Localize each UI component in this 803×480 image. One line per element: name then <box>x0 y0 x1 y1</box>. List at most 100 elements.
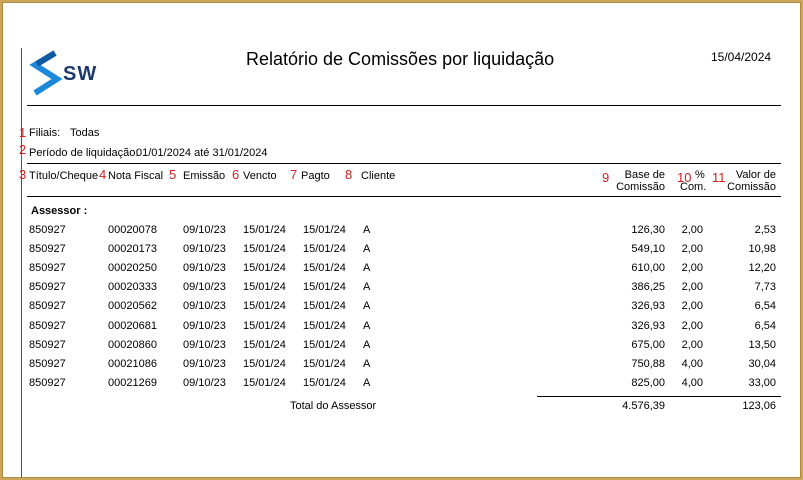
cell-vencto: 15/01/24 <box>243 377 286 389</box>
cell-valor: 2,53 <box>754 224 776 236</box>
cell-pagto: 15/01/24 <box>303 377 346 389</box>
cell-valor: 7,73 <box>754 281 776 293</box>
header-separator <box>27 105 781 106</box>
cell-pagto: 15/01/24 <box>303 243 346 255</box>
total-base: 4.576,39 <box>622 400 665 412</box>
cell-pct: 2,00 <box>681 243 703 255</box>
cell-vencto: 15/01/24 <box>243 243 286 255</box>
cell-pagto: 15/01/24 <box>303 262 346 274</box>
col-pct-header-1: % <box>695 169 705 181</box>
cell-base: 326,93 <box>631 320 665 332</box>
col-nota-header: Nota Fiscal <box>108 170 164 182</box>
col-valor-header-1: Valor de <box>735 169 776 181</box>
cell-pagto: 15/01/24 <box>303 339 346 351</box>
cell-nota: 00021269 <box>108 377 157 389</box>
filiais-value: Todas <box>70 127 100 139</box>
marker-3: 3 <box>19 167 27 182</box>
col-emissao-header: Emissão <box>183 170 226 182</box>
cell-pct: 2,00 <box>681 339 703 351</box>
cell-nota: 00020562 <box>108 300 157 312</box>
cell-pagto: 15/01/24 <box>303 358 346 370</box>
cell-valor: 30,04 <box>748 358 776 370</box>
cell-nota: 00020860 <box>108 339 157 351</box>
marker-9: 9 <box>602 170 610 185</box>
periodo-value: 01/01/2024 até 31/01/2024 <box>136 147 268 159</box>
cell-cliente: A <box>363 358 371 370</box>
table-row: 850927 00021269 09/10/23 15/01/24 15/01/24 A 8… <box>3 377 800 393</box>
cell-titulo: 850927 <box>29 243 66 255</box>
cell-emissao: 09/10/23 <box>183 358 226 370</box>
cell-nota: 00020250 <box>108 262 157 274</box>
marker-4: 4 <box>99 167 107 182</box>
cell-emissao: 09/10/23 <box>183 224 226 236</box>
table-row: 850927 00020173 09/10/23 15/01/24 15/01/24 A 5… <box>3 243 800 259</box>
table-row: 850927 00020860 09/10/23 15/01/24 15/01/24 A 6… <box>3 339 800 355</box>
cell-valor: 6,54 <box>754 300 776 312</box>
cell-cliente: A <box>363 224 371 236</box>
cell-vencto: 15/01/24 <box>243 339 286 351</box>
cell-cliente: A <box>363 300 371 312</box>
cell-pct: 2,00 <box>681 281 703 293</box>
cell-valor: 6,54 <box>754 320 776 332</box>
cell-titulo: 850927 <box>29 358 66 370</box>
cell-vencto: 15/01/24 <box>243 262 286 274</box>
cell-cliente: A <box>363 377 371 389</box>
cell-nota: 00020078 <box>108 224 157 236</box>
cell-nota: 00021086 <box>108 358 157 370</box>
cell-vencto: 15/01/24 <box>243 300 286 312</box>
cell-vencto: 15/01/24 <box>243 224 286 236</box>
total-line <box>537 396 781 397</box>
cell-vencto: 15/01/24 <box>243 281 286 293</box>
cell-pct: 2,00 <box>681 320 703 332</box>
cell-pct: 4,00 <box>681 377 703 389</box>
marker-8: 8 <box>345 167 353 182</box>
cell-valor: 13,50 <box>748 339 776 351</box>
cell-cliente: A <box>363 320 371 332</box>
cell-base: 126,30 <box>631 224 665 236</box>
table-row: 850927 00020562 09/10/23 15/01/24 15/01/24 A 3… <box>3 300 800 316</box>
col-base-header-2: Comissão <box>616 181 665 193</box>
cell-cliente: A <box>363 243 371 255</box>
cell-nota: 00020681 <box>108 320 157 332</box>
cell-titulo: 850927 <box>29 300 66 312</box>
cell-nota: 00020333 <box>108 281 157 293</box>
cell-base: 386,25 <box>631 281 665 293</box>
cell-titulo: 850927 <box>29 377 66 389</box>
table-row: 850927 00020250 09/10/23 15/01/24 15/01/24 A 6… <box>3 262 800 278</box>
periodo-label: Período de liquidação: <box>29 147 139 159</box>
cell-emissao: 09/10/23 <box>183 262 226 274</box>
cell-base: 750,88 <box>631 358 665 370</box>
table-row: 850927 00020681 09/10/23 15/01/24 15/01/24 A 3… <box>3 320 800 336</box>
report-title: Relatório de Comissões por liquidação <box>246 49 555 69</box>
cell-base: 825,00 <box>631 377 665 389</box>
col-cliente-header: Cliente <box>361 170 396 182</box>
cell-base: 610,00 <box>631 262 665 274</box>
cell-titulo: 850927 <box>29 281 66 293</box>
cell-emissao: 09/10/23 <box>183 243 226 255</box>
cell-pagto: 15/01/24 <box>303 281 346 293</box>
cell-pagto: 15/01/24 <box>303 300 346 312</box>
total-label: Total do Assessor <box>290 400 377 412</box>
marker-2: 2 <box>19 142 27 157</box>
report-date: 15/04/2024 <box>711 50 772 64</box>
company-logo: SW <box>29 49 119 99</box>
cell-pct: 2,00 <box>681 224 703 236</box>
cell-emissao: 09/10/23 <box>183 300 226 312</box>
cell-cliente: A <box>363 281 371 293</box>
cell-emissao: 09/10/23 <box>183 339 226 351</box>
cell-valor: 33,00 <box>748 377 776 389</box>
cell-titulo: 850927 <box>29 339 66 351</box>
columns-top-line <box>27 163 781 164</box>
logo-text: SW <box>63 63 98 85</box>
cell-pct: 4,00 <box>681 358 703 370</box>
cell-pct: 2,00 <box>681 262 703 274</box>
marker-6: 6 <box>232 167 240 182</box>
table-row: 850927 00020333 09/10/23 15/01/24 15/01/24 A 3… <box>3 281 800 297</box>
col-titulo-header: Título/Cheque <box>29 170 99 182</box>
cell-vencto: 15/01/24 <box>243 358 286 370</box>
table-row: 850927 00021086 09/10/23 15/01/24 15/01/24 A 7… <box>3 358 800 374</box>
cell-valor: 12,20 <box>748 262 776 274</box>
cell-valor: 10,98 <box>748 243 776 255</box>
logo-s-icon <box>29 50 63 96</box>
marker-5: 5 <box>169 167 177 182</box>
